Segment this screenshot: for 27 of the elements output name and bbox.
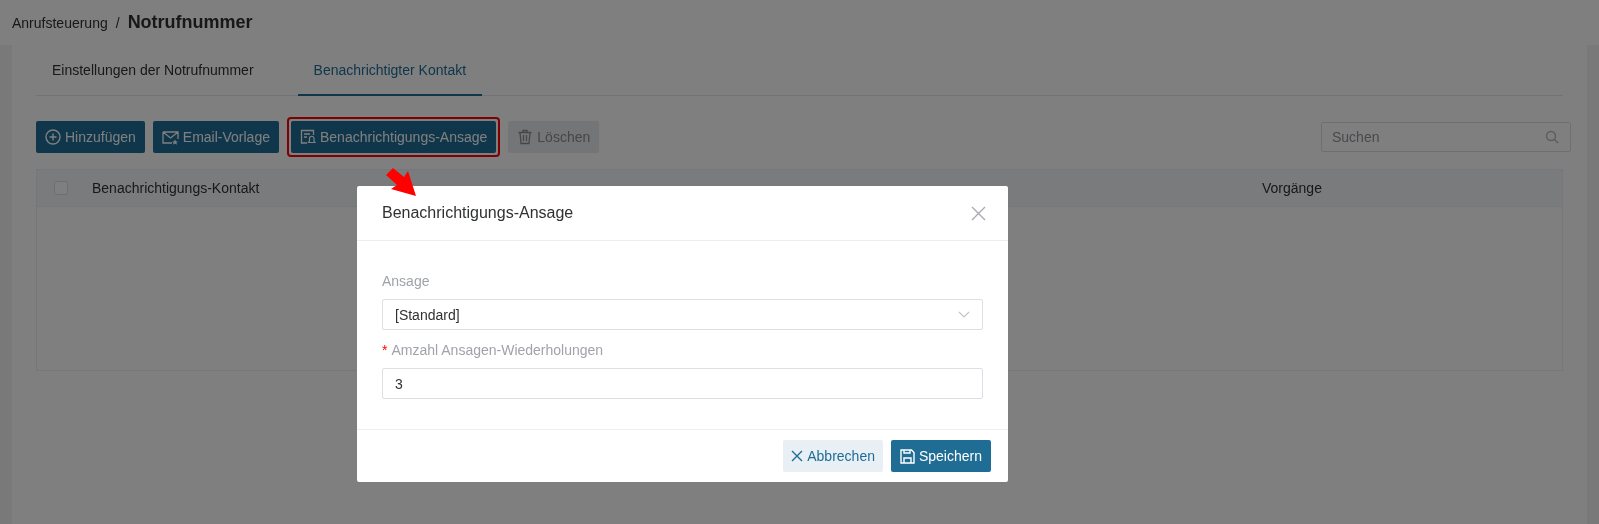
search-icon — [1545, 130, 1559, 144]
close-icon — [791, 450, 804, 462]
toolbar-button[interactable]: Hinzufügen — [36, 121, 145, 153]
cancel-button[interactable]: Abbrechen — [783, 440, 883, 472]
column-header: Benachrichtigungs-Kontakt — [92, 180, 260, 196]
tab[interactable]: Benachrichtigter Kontakt — [297, 45, 483, 96]
input-field[interactable]: 3 — [382, 368, 983, 399]
page-title: Notrufnummer — [127, 12, 253, 33]
required-asterisk: * — [382, 342, 388, 358]
breadcrumb-link[interactable]: Anrufsteuerung — [12, 14, 108, 31]
select-field[interactable]: [Standard] — [382, 299, 983, 330]
document-bell-icon — [300, 129, 316, 145]
close-button[interactable] — [971, 205, 986, 221]
annotation-arrow — [386, 168, 416, 196]
field-label: Ansage — [382, 273, 430, 289]
field-label: Amzahl Ansagen-Wiederholungen — [391, 342, 604, 358]
trash-icon — [517, 129, 534, 145]
tab[interactable]: Einstellungen der Notrufnummer — [36, 45, 270, 96]
column-header: Vorgänge — [1262, 180, 1322, 196]
breadcrumb-separator: / — [115, 14, 120, 31]
mail-icon — [161, 129, 179, 145]
chevron-down-icon — [958, 311, 970, 318]
save-button[interactable]: Speichern — [890, 440, 991, 472]
plus-circle-icon — [45, 129, 61, 145]
dialog-title: Benachrichtigungs-Ansage — [382, 204, 574, 222]
toolbar-button[interactable]: Email-Vorlage — [152, 121, 279, 153]
toolbar-button[interactable]: Benachrichtigungs-Ansage — [291, 121, 497, 153]
